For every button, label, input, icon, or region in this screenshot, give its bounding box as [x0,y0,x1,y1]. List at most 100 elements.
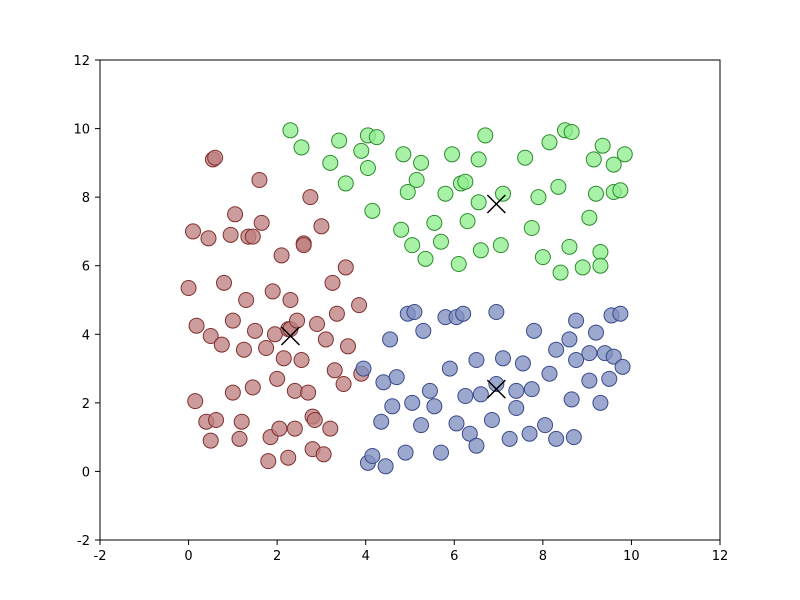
cluster-red-point [267,327,282,342]
cluster-blue-point [549,342,564,357]
cluster-blue-point [376,375,391,390]
cluster-red-point [336,377,351,392]
cluster-blue-point [427,399,442,414]
x-tick-label: 6 [450,549,458,564]
cluster-green-point [595,138,610,153]
cluster-red-point [270,371,285,386]
cluster-red-point [209,413,224,428]
cluster-blue-point [593,395,608,410]
cluster-red-point [188,394,203,409]
cluster-green-point [458,174,473,189]
cluster-red-point [201,231,216,246]
cluster-red-point [301,385,316,400]
scatter-chart: -2024681012-2024681012 [0,0,800,600]
cluster-red-point [189,318,204,333]
cluster-blue-point [509,401,524,416]
cluster-blue-point [469,438,484,453]
cluster-blue-point [456,306,471,321]
cluster-red-point [318,332,333,347]
cluster-red-point [265,284,280,299]
cluster-blue-point [502,431,517,446]
cluster-red-point [323,421,338,436]
cluster-red-point [186,224,201,239]
cluster-red-point [239,293,254,308]
cluster-blue-point [416,323,431,338]
cluster-blue-point [414,418,429,433]
cluster-green-point [562,239,577,254]
cluster-red-point [310,317,325,332]
cluster-green-point [360,161,375,176]
cluster-blue-point [564,392,579,407]
cluster-red-point [225,313,240,328]
cluster-red-point [203,433,218,448]
cluster-green-point [427,215,442,230]
cluster-red-point [290,313,305,328]
cluster-red-point [314,219,329,234]
cluster-blue-point [383,332,398,347]
y-tick-label: 6 [82,260,90,275]
cluster-green-point [445,147,460,162]
x-tick-label: 8 [539,549,547,564]
cluster-red-point [329,306,344,321]
cluster-blue-point [385,399,400,414]
cluster-blue-point [458,389,473,404]
cluster-green-point [438,186,453,201]
cluster-blue-point [374,414,389,429]
cluster-green-point [564,125,579,140]
cluster-green-point [414,155,429,170]
x-tick-label: -2 [94,549,107,564]
cluster-blue-point [613,306,628,321]
cluster-green-point [409,173,424,188]
cluster-red-point [352,298,367,313]
cluster-blue-point [542,366,557,381]
cluster-blue-point [527,323,542,338]
cluster-red-point [281,450,296,465]
cluster-red-point [245,229,260,244]
cluster-red-point [254,215,269,230]
cluster-blue-point [378,459,393,474]
y-tick-label: -2 [77,534,90,549]
cluster-green-point [471,195,486,210]
cluster-green-point [451,257,466,272]
cluster-red-point [214,337,229,352]
x-tick-label: 4 [362,549,370,564]
cluster-red-point [252,173,267,188]
cluster-red-point [307,413,322,428]
cluster-red-point [272,421,287,436]
cluster-green-point [338,176,353,191]
cluster-red-point [287,383,302,398]
cluster-red-point [341,339,356,354]
cluster-red-point [303,190,318,205]
cluster-red-point [228,207,243,222]
cluster-blue-point [484,413,499,428]
y-tick-label: 2 [82,397,90,412]
cluster-blue-point [582,346,597,361]
cluster-red-point [223,227,238,242]
cluster-green-point [323,155,338,170]
cluster-blue-point [422,383,437,398]
cluster-blue-point [615,359,630,374]
cluster-red-point [276,351,291,366]
cluster-blue-point [405,395,420,410]
cluster-blue-point [473,387,488,402]
cluster-green-point [396,147,411,162]
cluster-green-point [332,133,347,148]
y-tick-label: 12 [73,54,90,69]
cluster-blue-point [489,305,504,320]
cluster-green-point [405,238,420,253]
cluster-red-point [181,281,196,296]
y-tick-label: 4 [82,328,90,343]
cluster-green-point [473,243,488,258]
cluster-blue-point [389,370,404,385]
cluster-blue-point [442,361,457,376]
x-tick-label: 10 [623,549,640,564]
cluster-red-point [327,363,342,378]
cluster-red-point [225,385,240,400]
cluster-blue-point [569,313,584,328]
cluster-red-point [245,380,260,395]
cluster-blue-point [407,305,422,320]
cluster-red-point [236,342,251,357]
cluster-blue-point [469,353,484,368]
cluster-blue-point [602,371,617,386]
cluster-blue-point [538,418,553,433]
